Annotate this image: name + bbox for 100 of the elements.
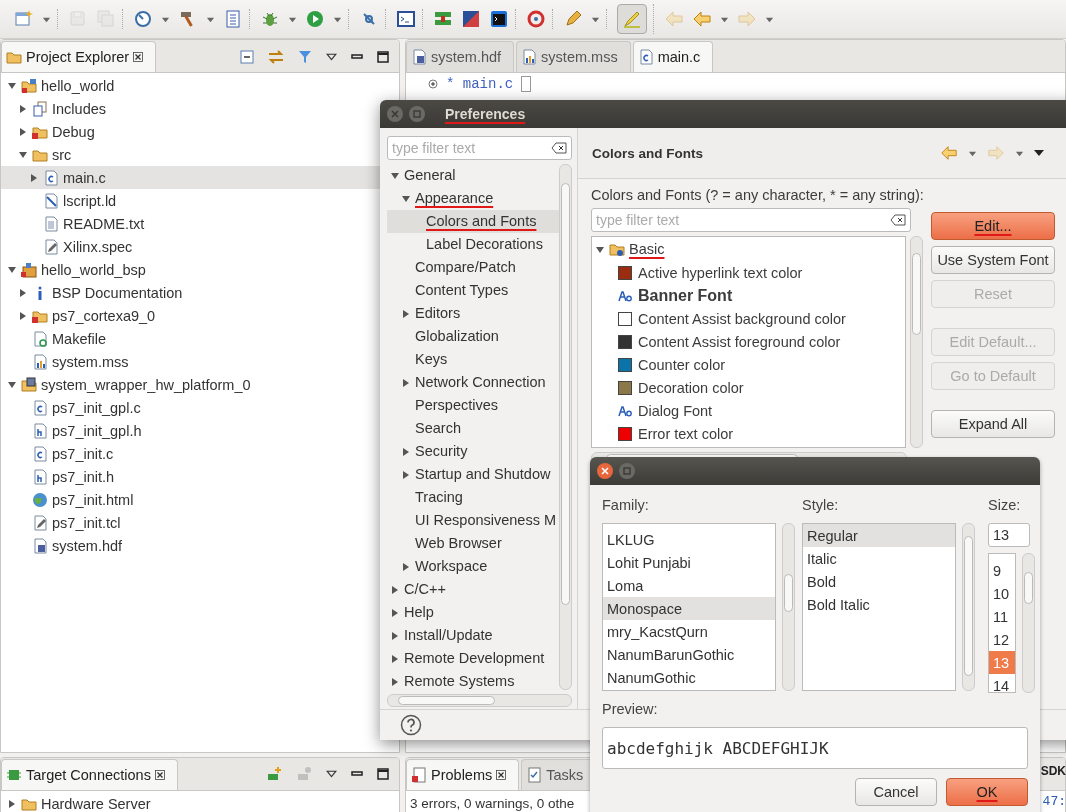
tree-item[interactable]: ps7_init_gpl.c [52, 399, 141, 416]
tree-item[interactable]: src [52, 146, 72, 163]
view-menu-icon[interactable] [326, 768, 337, 780]
tree-item[interactable]: README.txt [63, 215, 145, 232]
collapse-arrow-icon[interactable] [7, 379, 17, 390]
maximize-icon[interactable] [377, 51, 389, 63]
tree-item[interactable]: Perspectives [415, 395, 498, 419]
list-item[interactable]: Lohit Punjabi [603, 551, 775, 574]
expand-arrow-icon[interactable] [18, 310, 28, 321]
tree-item[interactable]: ps7_init.c [52, 445, 114, 462]
tree-item[interactable]: Debug [52, 123, 95, 140]
tree-item[interactable]: Label Decorations [426, 234, 543, 258]
tree-item[interactable]: system.mss [52, 353, 129, 370]
list-item[interactable]: mry_KacstQurn [603, 620, 775, 643]
list-item[interactable]: Monospace [603, 597, 775, 620]
expand-arrow-icon[interactable] [390, 584, 400, 595]
tree-item[interactable]: Dialog Font [638, 402, 713, 419]
collapse-all-icon[interactable] [240, 50, 254, 64]
tree-item[interactable]: Hardware Server [41, 795, 151, 812]
tree-item[interactable]: BSP Documentation [52, 284, 183, 301]
collapse-arrow-icon[interactable] [7, 80, 17, 91]
expand-arrow-icon[interactable] [401, 469, 411, 480]
filter-icon[interactable] [298, 50, 312, 64]
editor-tab[interactable]: system.hdf [406, 41, 515, 72]
list-item[interactable]: Bold [803, 570, 955, 593]
tree-item[interactable]: system.hdf [52, 537, 123, 554]
dialog-button[interactable]: Cancel [855, 778, 937, 806]
tree-item[interactable]: Network Connection [415, 372, 546, 396]
view-tab[interactable]: Target Connections [1, 759, 178, 790]
expand-arrow-icon[interactable] [390, 653, 400, 664]
back-arrow-icon[interactable] [692, 9, 712, 29]
tree-item[interactable]: Content Assist background color [638, 310, 846, 327]
tree-item[interactable]: lscript.ld [63, 192, 117, 209]
help-icon[interactable] [400, 714, 422, 736]
tree-item[interactable]: system_wrapper_hw_platform_0 [41, 376, 251, 393]
tree-item[interactable]: Compare/Patch [415, 257, 516, 281]
add-connection-icon[interactable] [266, 766, 282, 782]
list-item[interactable]: Loma [603, 574, 775, 597]
list-item[interactable]: NanumBarunGothic [603, 643, 775, 666]
view-tab[interactable]: Project Explorer [1, 41, 157, 72]
list-item[interactable]: LKLUG [603, 528, 775, 551]
tree-item[interactable]: Security [415, 441, 468, 465]
tree-item[interactable]: hello_world [41, 77, 115, 94]
list-item[interactable]: Regular [803, 524, 955, 547]
expand-arrow-icon[interactable] [401, 308, 411, 319]
editor-tab[interactable]: system.mss [516, 41, 631, 72]
gradient-square-icon[interactable] [461, 9, 481, 29]
tree-item[interactable]: Counter color [638, 356, 726, 373]
collapse-arrow-icon[interactable] [390, 170, 400, 181]
list-item[interactable]: 14 [989, 674, 1015, 692]
tree-item[interactable]: Error text color [638, 425, 734, 442]
tree-item[interactable]: ps7_init.html [52, 491, 134, 508]
list-item[interactable]: 10 [989, 582, 1015, 605]
preview-field[interactable]: abcdefghijk ABCDEFGHIJK [602, 727, 1028, 769]
tree-item[interactable]: Decoration color [638, 379, 744, 396]
tree-item[interactable]: Workspace [415, 556, 488, 580]
clear-icon[interactable] [890, 214, 906, 226]
expand-arrow-icon[interactable] [7, 798, 17, 809]
tree-item[interactable]: Install/Update [404, 625, 493, 649]
tree-item[interactable]: UI Responsiveness M [415, 510, 557, 534]
tree-item[interactable]: Active hyperlink text color [638, 264, 803, 281]
tree-item[interactable]: Keys [415, 349, 448, 373]
expand-arrow-icon[interactable] [390, 630, 400, 641]
expand-arrow-icon[interactable] [390, 607, 400, 618]
tree-item[interactable]: Appearance [415, 188, 494, 212]
collapse-arrow-icon[interactable] [595, 244, 605, 255]
tree-item[interactable]: Help [404, 602, 434, 626]
refresh-icon[interactable] [526, 9, 546, 29]
list-item[interactable]: Italic [803, 547, 955, 570]
tree-item[interactable]: Basic [629, 239, 665, 263]
tree-item[interactable]: ps7_init.tcl [52, 514, 121, 531]
expand-arrow-icon[interactable] [29, 172, 39, 183]
expand-arrow-icon[interactable] [390, 676, 400, 687]
scrollbar[interactable] [1022, 553, 1035, 693]
console-icon[interactable] [489, 9, 509, 29]
list-item[interactable]: 9 [989, 559, 1015, 582]
dialog-button[interactable]: Edit... [931, 212, 1055, 240]
scrollbar[interactable] [782, 523, 795, 691]
tree-item[interactable]: hello_world_bsp [41, 261, 146, 278]
filter-field[interactable]: type filter text [387, 136, 572, 160]
tree-item[interactable]: main.c [63, 169, 106, 186]
close-icon[interactable] [133, 52, 144, 62]
tree-item[interactable]: Remote Systems [404, 671, 515, 690]
dialog-button[interactable]: OK [946, 778, 1028, 806]
list-item[interactable]: 11 [989, 605, 1015, 628]
list-item[interactable]: 12 [989, 628, 1015, 651]
tree-item[interactable]: Editors [415, 303, 461, 327]
tree-item[interactable]: Startup and Shutdow [415, 464, 551, 488]
view-tab[interactable]: SDK [1040, 764, 1066, 778]
tree-item[interactable]: ps7_init_gpl.h [52, 422, 142, 439]
expand-arrow-icon[interactable] [401, 446, 411, 457]
menu-icon[interactable] [1034, 148, 1044, 158]
clear-icon[interactable] [551, 142, 567, 154]
tree-item[interactable]: Banner Font [638, 286, 733, 305]
scrollbar[interactable] [387, 694, 572, 707]
tree-item[interactable]: Web Browser [415, 533, 502, 557]
tree-item[interactable]: C/C++ [404, 579, 446, 603]
close-icon[interactable] [154, 770, 165, 780]
tree-item[interactable]: Makefile [52, 330, 106, 347]
expand-arrow-icon[interactable] [401, 377, 411, 388]
